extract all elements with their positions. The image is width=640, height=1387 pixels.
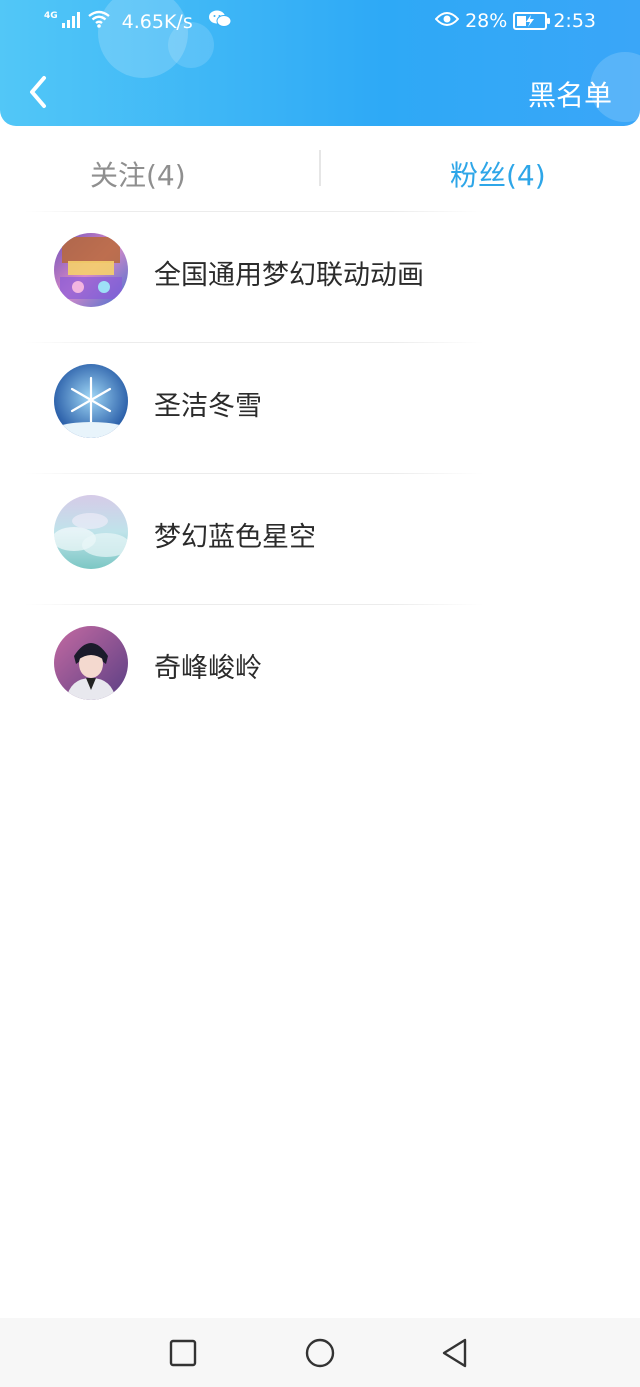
- home-button[interactable]: [301, 1334, 339, 1372]
- back-button[interactable]: [18, 72, 58, 112]
- triangle-back-icon: [442, 1338, 467, 1368]
- fan-name: 奇峰峻岭: [154, 653, 262, 684]
- battery-charging-icon: [513, 12, 551, 30]
- avatar[interactable]: [54, 233, 128, 307]
- wechat-icon: [208, 10, 232, 33]
- network-type: 4G: [44, 10, 58, 21]
- list-item[interactable]: 全国通用梦幻联动动画: [0, 211, 640, 342]
- tab-divider: [319, 150, 321, 186]
- nav-back-button[interactable]: [436, 1334, 474, 1372]
- eye-icon: [434, 10, 460, 32]
- status-bar: 4G 4.65K/s 28% 2:53: [0, 0, 640, 44]
- divider: [24, 604, 484, 605]
- divider: [24, 473, 484, 474]
- avatar[interactable]: [54, 364, 128, 438]
- header: 4G 4.65K/s 28% 2:53 黑名单: [0, 0, 640, 126]
- recent-apps-button[interactable]: [164, 1334, 202, 1372]
- avatar[interactable]: [54, 626, 128, 700]
- network-speed: 4.65K/s: [121, 10, 193, 33]
- system-nav-bar: [0, 1318, 640, 1387]
- tab-bar: 关注(4) 粉丝(4): [0, 136, 640, 210]
- tab-following[interactable]: 关注(4): [90, 154, 186, 194]
- circle-home-icon: [305, 1338, 335, 1368]
- wifi-icon: [87, 10, 110, 33]
- list-item[interactable]: 梦幻蓝色星空: [0, 473, 640, 604]
- divider: [24, 211, 484, 212]
- chevron-left-icon: [30, 76, 46, 108]
- list-item[interactable]: 奇峰峻岭: [0, 604, 640, 735]
- tab-fans[interactable]: 粉丝(4): [450, 154, 546, 194]
- battery-percent: 28%: [465, 10, 508, 32]
- clock: 2:53: [553, 10, 596, 32]
- fan-name: 全国通用梦幻联动动画: [154, 260, 424, 291]
- avatar[interactable]: [54, 495, 128, 569]
- divider: [24, 342, 484, 343]
- blacklist-button[interactable]: 黑名单: [528, 74, 612, 114]
- fan-name: 圣洁冬雪: [154, 391, 262, 422]
- signal-icon: [61, 11, 82, 33]
- list-item[interactable]: 圣洁冬雪: [0, 342, 640, 473]
- fans-list: 全国通用梦幻联动动画 圣洁冬雪 梦幻蓝色星空 奇峰峻岭: [0, 211, 640, 735]
- square-recent-apps-icon: [169, 1339, 197, 1367]
- fan-name: 梦幻蓝色星空: [154, 522, 316, 553]
